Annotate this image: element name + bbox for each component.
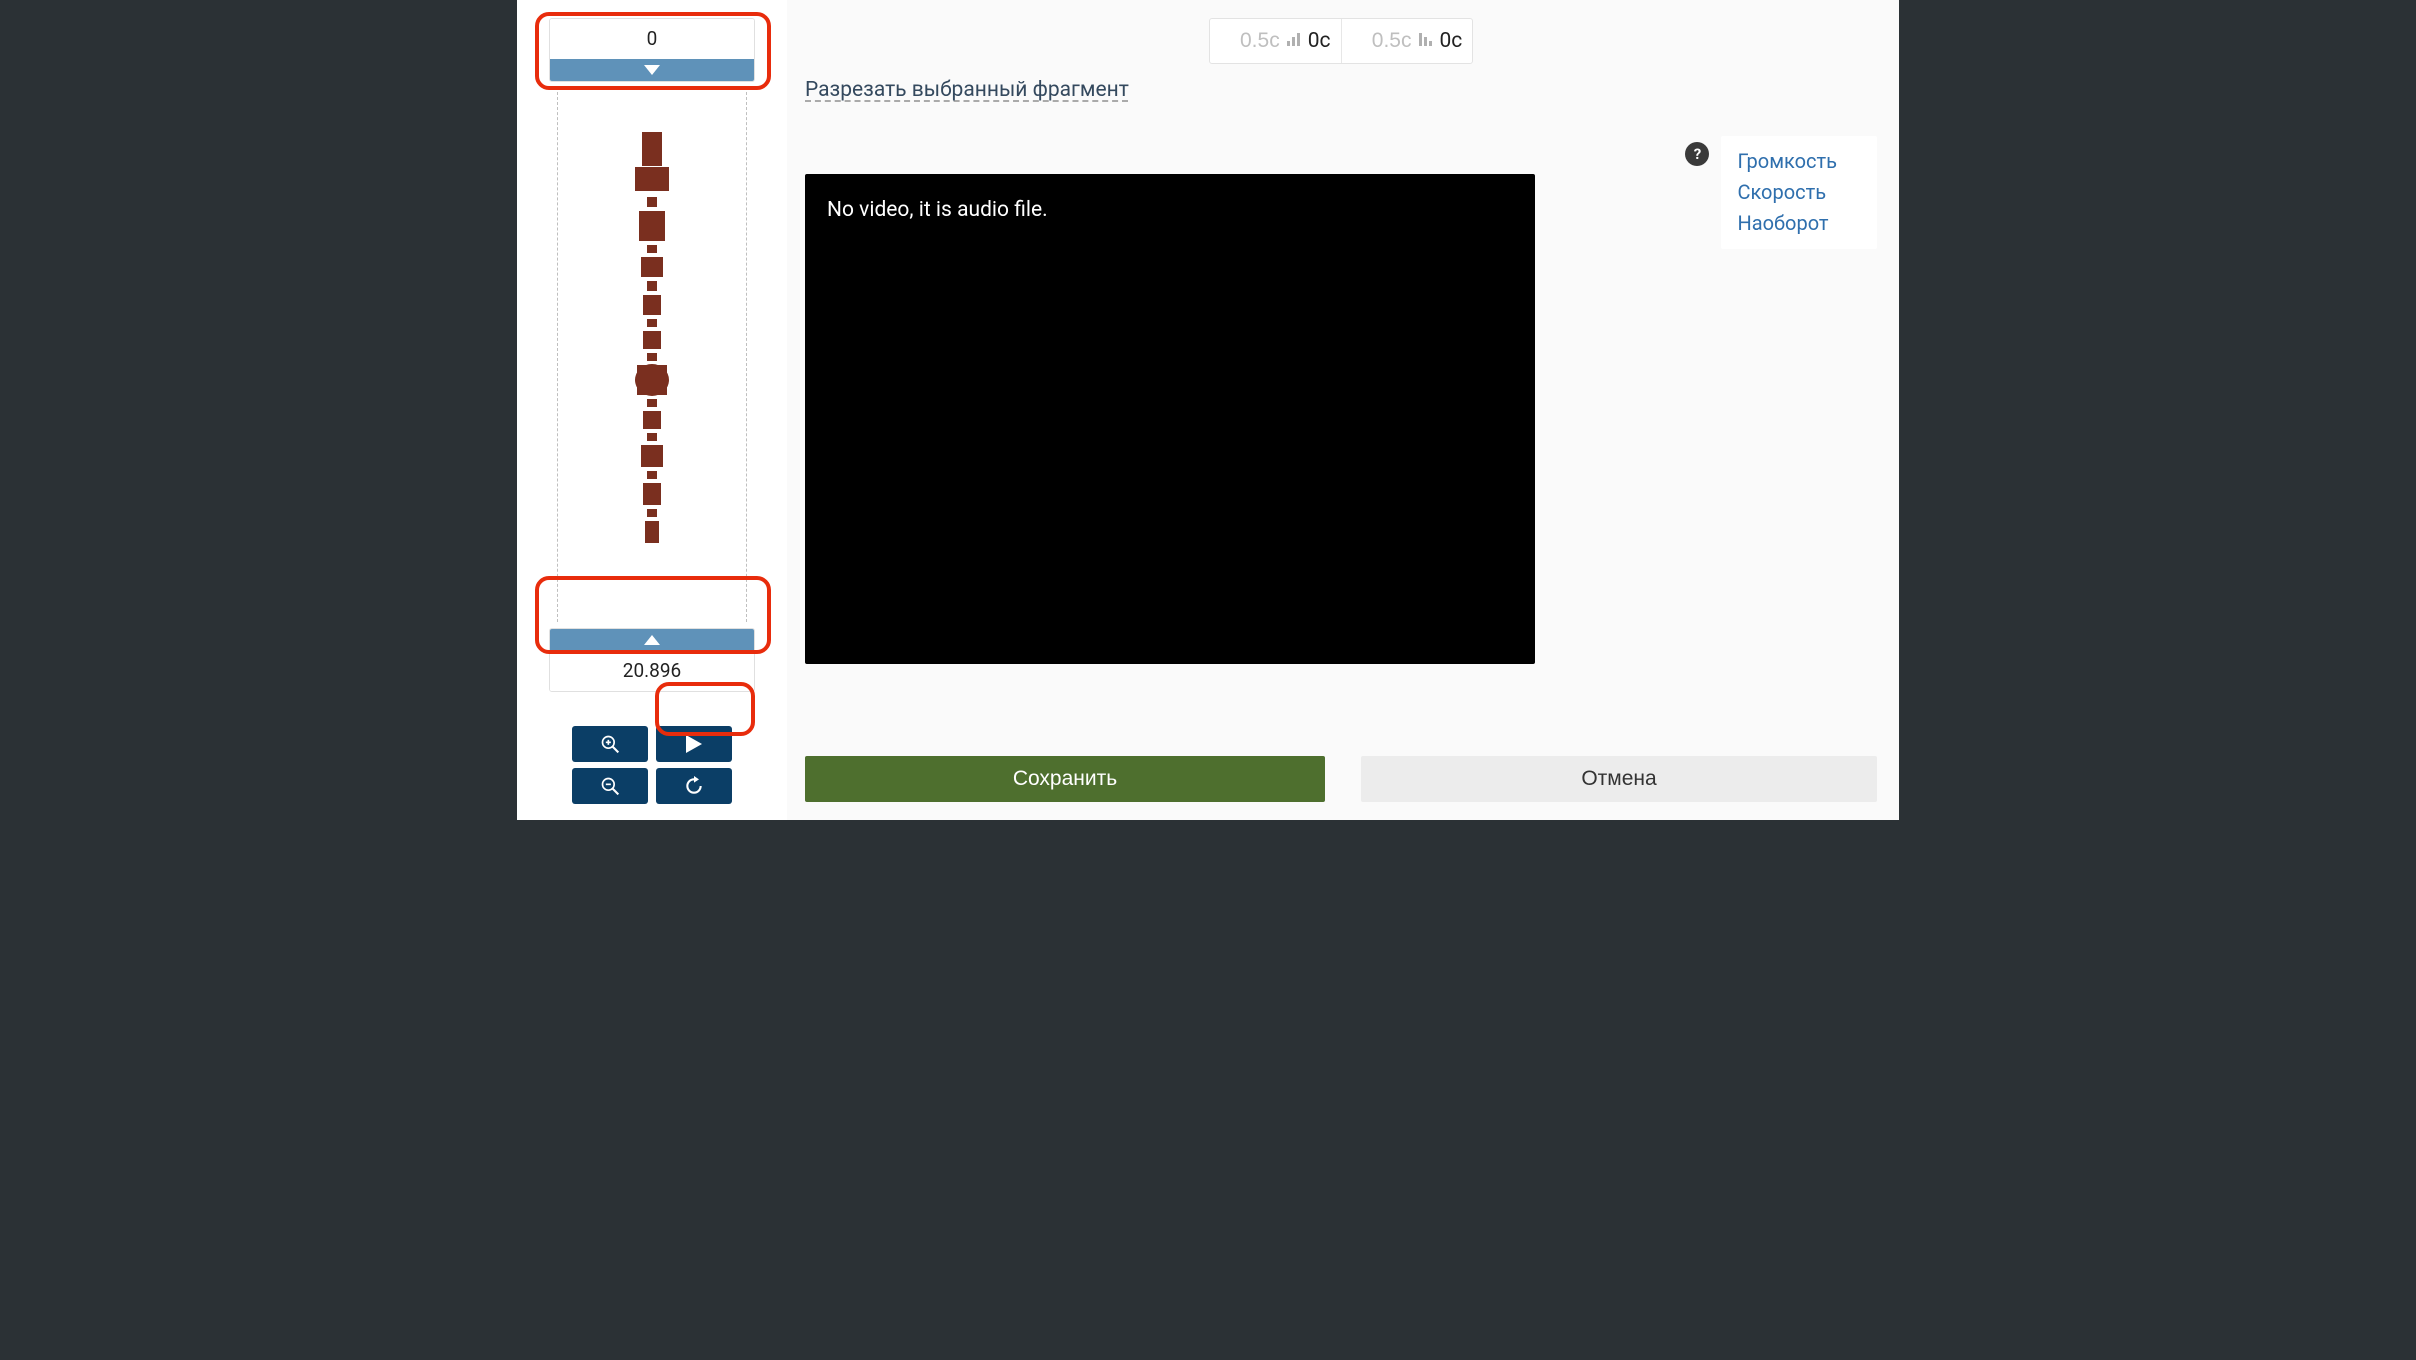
effect-links: Громкость Скорость Наоборот	[1721, 136, 1877, 249]
fade-out-bars-icon	[1418, 31, 1434, 51]
save-button[interactable]: Сохранить	[805, 756, 1325, 802]
zoom-in-button[interactable]	[572, 726, 648, 762]
chevron-down-icon	[644, 65, 660, 75]
main-column: 0с 0с Разрезать выбранный фрагмент No vi…	[787, 0, 1899, 820]
reverse-link[interactable]: Наоборот	[1737, 208, 1837, 239]
video-message: No video, it is audio file.	[827, 198, 1048, 222]
timeline-column: 0	[517, 0, 787, 820]
cut-fragment-link[interactable]: Разрезать выбранный фрагмент	[805, 78, 1877, 102]
zoom-in-icon	[600, 734, 620, 754]
video-preview: No video, it is audio file.	[805, 174, 1535, 664]
speed-link[interactable]: Скорость	[1737, 177, 1837, 208]
end-time-value: 20.896	[550, 651, 754, 691]
start-time-value: 0	[550, 19, 754, 59]
refresh-icon	[684, 776, 704, 796]
fade-in-bars-icon	[1286, 31, 1302, 51]
start-handle[interactable]	[550, 59, 754, 81]
zoom-out-button[interactable]	[572, 768, 648, 804]
waveform-area[interactable]	[557, 92, 747, 622]
fade-out-value: 0с	[1440, 29, 1463, 53]
help-button[interactable]: ?	[1685, 142, 1709, 166]
cancel-button[interactable]: Отмена	[1361, 756, 1877, 802]
volume-link[interactable]: Громкость	[1737, 146, 1837, 177]
reset-button[interactable]	[656, 768, 732, 804]
play-icon	[686, 735, 702, 753]
play-button[interactable]	[656, 726, 732, 762]
fade-out-group: 0с	[1341, 19, 1473, 63]
end-time-box[interactable]: 20.896	[549, 628, 755, 692]
audio-editor-app: 0	[517, 0, 1899, 820]
chevron-up-icon	[644, 635, 660, 645]
mid-row: No video, it is audio file. ? Громкость …	[805, 108, 1877, 716]
fade-in-group: 0с	[1210, 19, 1341, 63]
fade-out-input[interactable]	[1352, 29, 1412, 53]
fade-in-value: 0с	[1308, 29, 1331, 53]
bottom-actions: Сохранить Отмена	[805, 756, 1877, 802]
fade-in-input[interactable]	[1220, 29, 1280, 53]
start-time-box[interactable]: 0	[549, 18, 755, 82]
end-handle[interactable]	[550, 629, 754, 651]
zoom-out-icon	[600, 776, 620, 796]
fade-controls: 0с 0с	[805, 18, 1877, 64]
waveform-controls	[529, 716, 775, 804]
side-panel: ? Громкость Скорость Наоборот	[1685, 136, 1877, 249]
waveform-icon	[617, 92, 687, 622]
